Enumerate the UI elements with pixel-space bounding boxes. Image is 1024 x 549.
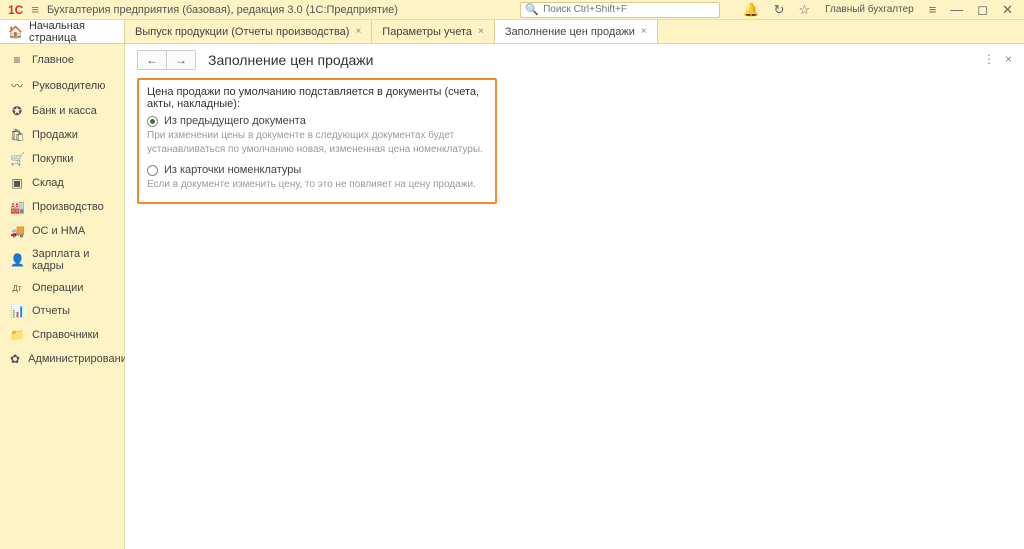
settings-box: Цена продажи по умолчанию подставляется … (137, 78, 497, 204)
sidebar-item-hr[interactable]: 👤 Зарплата и кадры (0, 243, 124, 277)
tab-label: Параметры учета (382, 26, 472, 38)
sidebar-item-reports[interactable]: 📊 Отчеты (0, 299, 124, 323)
sidebar-item-warehouse[interactable]: ▣ Склад (0, 171, 124, 195)
content-header: ← → Заполнение цен продажи (137, 50, 1012, 70)
sidebar-item-label: Производство (32, 201, 104, 213)
user-label[interactable]: Главный бухгалтер (825, 4, 914, 15)
sidebar-item-label: Продажи (32, 129, 78, 141)
page-title: Заполнение цен продажи (208, 52, 373, 68)
wave-icon: 〰 (10, 77, 24, 94)
main-menu-icon[interactable]: ≡ (31, 2, 39, 17)
coin-icon: ✪ (10, 104, 24, 118)
sidebar-item-admin[interactable]: ✿Администрирование (0, 347, 124, 371)
maximize-icon[interactable]: ◻ (977, 2, 988, 18)
home-tab-label: Начальная страница (29, 20, 116, 44)
sidebar-item-label: Покупки (32, 153, 73, 165)
sidebar-item-label: Справочники (32, 329, 99, 341)
sidebar-item-label: ОС и НМА (32, 225, 85, 237)
tab-params[interactable]: Параметры учета × (372, 20, 495, 43)
person-icon: 👤 (10, 253, 24, 267)
sidebar-item-sales[interactable]: 🛍 Продажи (0, 123, 124, 147)
bell-icon[interactable]: 🔔 (743, 2, 759, 18)
radio-previous-doc[interactable]: Из предыдущего документа (147, 115, 487, 127)
list-icon: ≡ (10, 53, 24, 67)
sidebar-item-operations[interactable]: Дт Операции (0, 277, 124, 299)
sidebar-item-label: Зарплата и кадры (32, 248, 114, 272)
history-icon[interactable]: ↻ (774, 2, 785, 18)
sidebar-item-directories[interactable]: 📁 Справочники (0, 323, 124, 347)
debit-icon: Дт (10, 284, 24, 293)
search-box[interactable]: 🔍 (520, 2, 720, 18)
radio-label: Из предыдущего документа (164, 115, 306, 127)
main-layout: ≡ Главное 〰 Руководителю ✪ Банк и касса 🛍 Пр… (0, 44, 1024, 549)
tab-label: Заполнение цен продажи (505, 26, 635, 38)
sidebar-item-production[interactable]: 🏭 Производство (0, 195, 124, 219)
sidebar: ≡ Главное 〰 Руководителю ✪ Банк и касса 🛍 Пр… (0, 44, 125, 549)
sidebar-item-manager[interactable]: 〰 Руководителю (0, 72, 124, 99)
cart-icon: 🛒 (10, 152, 24, 166)
sidebar-item-purchase[interactable]: 🛒 Покупки (0, 147, 124, 171)
tab-row: 🏠 Начальная страница Выпуск продукции (О… (0, 20, 1024, 44)
tab-prices[interactable]: Заполнение цен продажи × (495, 20, 658, 43)
close-panel-icon[interactable]: × (1005, 52, 1012, 66)
hint-card: Если в документе изменить цену, то это н… (147, 178, 487, 192)
logo-1c: 1C (8, 3, 23, 17)
nav-buttons: ← → (137, 50, 196, 70)
sidebar-item-label: Склад (32, 177, 64, 189)
close-window-icon[interactable]: ✕ (1002, 2, 1013, 18)
sidebar-item-label: Руководителю (32, 80, 105, 92)
sidebar-item-bank[interactable]: ✪ Банк и касса (0, 99, 124, 123)
sidebar-item-label: Администрирование (28, 353, 133, 365)
content-area: ← → Заполнение цен продажи ⋮ × Цена прод… (125, 44, 1024, 549)
back-button[interactable]: ← (138, 51, 166, 69)
home-tab[interactable]: 🏠 Начальная страница (0, 20, 125, 43)
sidebar-item-label: Главное (32, 54, 74, 66)
bag-icon: 🛍 (10, 128, 24, 142)
factory-icon: 🏭 (10, 200, 24, 214)
sidebar-item-assets[interactable]: 🚚 ОС и НМА (0, 219, 124, 243)
folder-icon: 📁 (10, 328, 24, 342)
close-icon[interactable]: × (641, 26, 647, 37)
sidebar-item-label: Банк и касса (32, 105, 97, 117)
more-icon[interactable]: ⋮ (983, 52, 995, 66)
search-input[interactable] (543, 4, 715, 15)
radio-icon (147, 165, 158, 176)
sidebar-item-label: Операции (32, 282, 83, 294)
gear-icon: ✿ (10, 352, 20, 366)
content-controls: ⋮ × (983, 52, 1012, 66)
close-icon[interactable]: × (478, 26, 484, 37)
hint-previous-doc: При изменении цены в документе в следующ… (147, 129, 487, 156)
intro-label: Цена продажи по умолчанию подставляется … (147, 86, 487, 110)
tab-production[interactable]: Выпуск продукции (Отчеты производства) × (125, 20, 372, 43)
dropdown-icon[interactable]: ≡ (929, 2, 937, 17)
truck-icon: 🚚 (10, 224, 24, 238)
app-title: Бухгалтерия предприятия (базовая), редак… (47, 4, 398, 16)
titlebar: 1C ≡ Бухгалтерия предприятия (базовая), … (0, 0, 1024, 20)
home-icon: 🏠 (8, 25, 23, 39)
sidebar-item-label: Отчеты (32, 305, 70, 317)
chart-icon: 📊 (10, 304, 24, 318)
minimize-icon[interactable]: — (950, 2, 963, 17)
radio-label: Из карточки номенклатуры (164, 164, 301, 176)
tab-label: Выпуск продукции (Отчеты производства) (135, 26, 349, 38)
sidebar-item-main[interactable]: ≡ Главное (0, 48, 124, 72)
search-icon: 🔍 (525, 3, 539, 16)
forward-button[interactable]: → (166, 51, 195, 69)
radio-icon (147, 116, 158, 127)
close-icon[interactable]: × (355, 26, 361, 37)
star-icon[interactable]: ☆ (798, 2, 810, 18)
radio-card[interactable]: Из карточки номенклатуры (147, 164, 487, 176)
box-icon: ▣ (10, 176, 24, 190)
